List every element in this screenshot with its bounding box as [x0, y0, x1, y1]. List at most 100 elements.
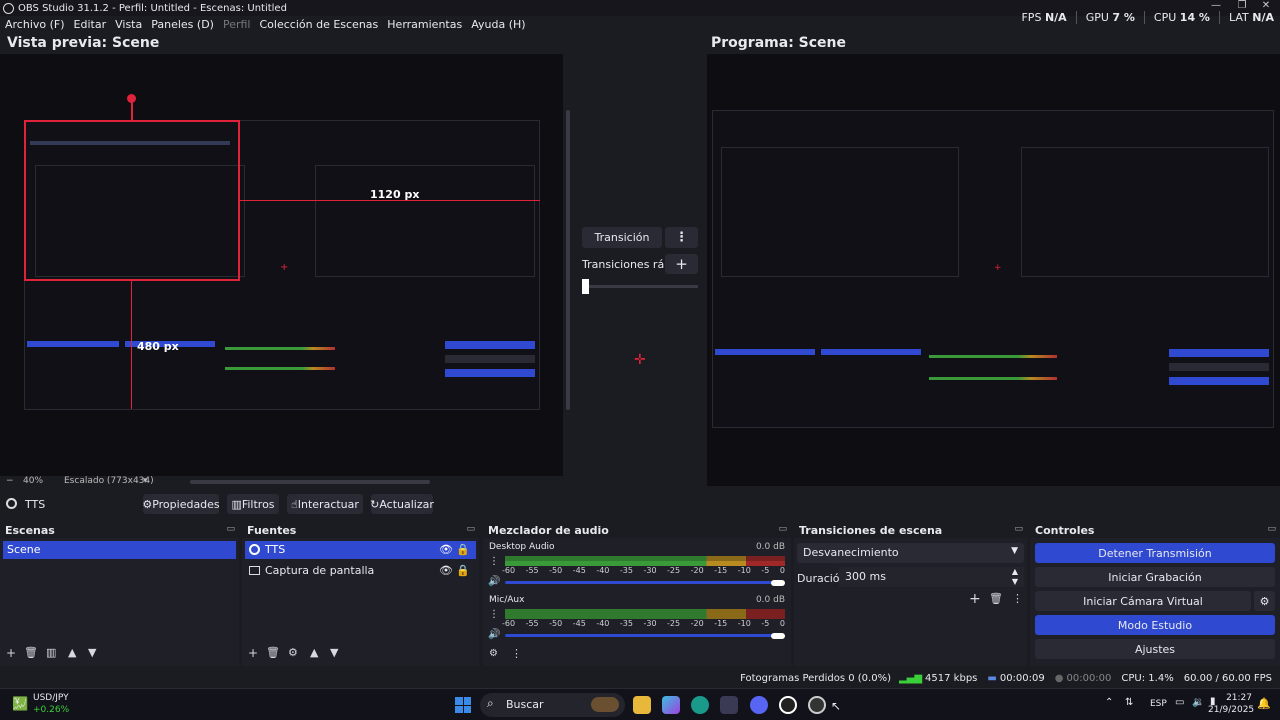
- scene-filters-icon[interactable]: ▥: [46, 646, 56, 659]
- source-properties-icon[interactable]: ⚙: [288, 646, 298, 659]
- virtual-camera-settings-gear-icon[interactable]: ⚙: [1254, 591, 1275, 611]
- move-scene-down-icon[interactable]: ▼: [88, 646, 96, 659]
- dock-float-icon[interactable]: ▭: [778, 524, 787, 534]
- discord-icon[interactable]: [750, 696, 768, 714]
- file-explorer-icon[interactable]: [633, 696, 651, 714]
- preview-scrollbar-horizontal[interactable]: [190, 480, 430, 484]
- rotation-handle[interactable]: [127, 94, 136, 103]
- zoom-out-button[interactable]: −: [6, 476, 14, 486]
- zoom-level[interactable]: 40%: [23, 476, 43, 486]
- clock-time[interactable]: 21:27: [1222, 693, 1252, 703]
- visibility-eye-icon[interactable]: 👁: [439, 564, 453, 577]
- filters-button[interactable]: ▥ Filtros: [227, 494, 279, 514]
- remove-scene-icon[interactable]: 🗑: [24, 646, 38, 659]
- duration-spinbox[interactable]: 300 ms ▲ ▼: [839, 567, 1024, 587]
- distance-guide-vertical: [131, 281, 132, 409]
- volume-icon[interactable]: 🔉: [1192, 697, 1204, 708]
- channel-menu-icon[interactable]: ⋮: [489, 609, 499, 620]
- t-bar-handle[interactable]: [582, 279, 589, 294]
- scenes-dock: Escenas ▭ Scene + 🗑 ▥ ▲ ▼: [0, 522, 239, 666]
- remove-source-icon[interactable]: 🗑: [266, 646, 280, 659]
- transitions-dock: Transiciones de escena ▭ Desvanecimiento …: [794, 522, 1027, 666]
- menu-view[interactable]: Vista: [115, 18, 142, 31]
- menu-tools[interactable]: Herramientas: [387, 18, 462, 31]
- menu-scene-collection[interactable]: Colección de Escenas: [260, 18, 379, 31]
- dock-float-icon[interactable]: ▭: [1267, 524, 1276, 534]
- remove-transition-icon[interactable]: 🗑: [989, 592, 1003, 605]
- notification-bell-icon[interactable]: 🔔: [1257, 697, 1271, 710]
- preview-canvas[interactable]: 1120 px 480 px +: [0, 54, 563, 476]
- scaling-dropdown-icon[interactable]: ▾: [143, 476, 148, 486]
- stop-stream-button[interactable]: Detener Transmisión: [1035, 543, 1275, 563]
- store-icon[interactable]: [720, 696, 738, 714]
- lock-icon[interactable]: 🔒: [456, 564, 470, 577]
- refresh-button[interactable]: ↻ Actualizar: [370, 494, 434, 514]
- menu-edit[interactable]: Editar: [74, 18, 107, 31]
- transition-button[interactable]: Transición: [582, 227, 662, 248]
- channel-menu-icon[interactable]: ⋮: [489, 556, 499, 567]
- menu-docks[interactable]: Paneles (D): [151, 18, 214, 31]
- tray-chevron-up-icon[interactable]: ⌃: [1105, 697, 1113, 708]
- transition-select[interactable]: Desvanecimiento ▼: [797, 543, 1024, 563]
- spin-down-icon[interactable]: ▼: [1012, 577, 1018, 586]
- menu-help[interactable]: Ayuda (H): [471, 18, 525, 31]
- move-scene-up-icon[interactable]: ▲: [68, 646, 76, 659]
- obs-taskbar-icon[interactable]: [779, 696, 797, 714]
- properties-button[interactable]: ⚙ Propiedades: [142, 494, 220, 514]
- speaker-icon[interactable]: 🔊: [488, 576, 500, 587]
- settings-button[interactable]: Ajustes: [1035, 639, 1275, 659]
- network-icon[interactable]: ▭: [1175, 697, 1184, 708]
- refresh-icon: ↻: [370, 497, 380, 511]
- volume-slider-knob[interactable]: [771, 580, 785, 586]
- studio-mode-button[interactable]: Modo Estudio: [1035, 615, 1275, 635]
- interact-button[interactable]: ☝ Interactuar: [287, 494, 363, 514]
- volume-slider[interactable]: [505, 581, 779, 584]
- scene-item[interactable]: Scene: [3, 541, 236, 559]
- volume-slider-knob[interactable]: [771, 633, 785, 639]
- transition-menu-icon[interactable]: ⋮: [665, 227, 698, 248]
- start-recording-button[interactable]: Iniciar Grabación: [1035, 567, 1275, 587]
- add-source-icon[interactable]: +: [248, 646, 258, 660]
- taskbar-search[interactable]: ⌕ Buscar: [480, 693, 625, 717]
- signal-bars-icon: ▂▄▆: [898, 672, 923, 684]
- preview-scrollbar-vertical[interactable]: [566, 110, 570, 410]
- maximize-button[interactable]: ❐: [1230, 0, 1254, 11]
- add-quick-transition-icon[interactable]: +: [665, 254, 698, 274]
- copilot-icon[interactable]: [662, 696, 680, 714]
- dock-float-icon[interactable]: ▭: [226, 524, 235, 534]
- volume-slider[interactable]: [505, 634, 779, 637]
- bitrate: 4517 kbps: [925, 672, 978, 684]
- move-source-up-icon[interactable]: ▲: [310, 646, 318, 659]
- lock-icon[interactable]: 🔒: [456, 543, 470, 556]
- mixer-menu-icon[interactable]: ⋮: [511, 647, 522, 660]
- spin-up-icon[interactable]: ▲: [1012, 567, 1018, 576]
- ticker-change: +0.26%: [33, 705, 70, 715]
- speaker-icon[interactable]: 🔊: [488, 629, 500, 640]
- t-bar-track[interactable]: [582, 285, 698, 288]
- transition-properties-icon[interactable]: ⋮: [1012, 592, 1023, 605]
- dock-float-icon[interactable]: ▭: [466, 524, 475, 534]
- menu-profile[interactable]: Perfil: [223, 18, 251, 31]
- source-item-screen-capture[interactable]: Captura de pantalla 👁 🔒: [245, 562, 476, 580]
- menu-file[interactable]: Archivo (F): [5, 18, 65, 31]
- add-transition-icon[interactable]: +: [969, 591, 981, 607]
- taskbar: 💹 USD/JPY +0.26% ⌕ Buscar ↖ ⌃ ⇅ ESP ▭ 🔉 …: [0, 688, 1280, 720]
- advanced-audio-icon[interactable]: ⚙: [489, 648, 498, 659]
- obs-taskbar-icon-2[interactable]: [808, 696, 826, 714]
- start-windows-icon[interactable]: [455, 697, 471, 713]
- minimize-button[interactable]: —: [1204, 0, 1228, 11]
- add-scene-icon[interactable]: +: [6, 646, 16, 660]
- edge-icon[interactable]: [691, 696, 709, 714]
- sources-dock: Fuentes ▭ TTS 👁 🔒 Captura de pantalla 👁 🔒…: [242, 522, 479, 666]
- move-source-down-icon[interactable]: ▼: [330, 646, 338, 659]
- language-indicator[interactable]: ESP: [1150, 699, 1167, 709]
- clock-date[interactable]: 21/9/2025: [1208, 705, 1254, 715]
- visibility-eye-icon[interactable]: 👁: [439, 543, 453, 556]
- selection-box[interactable]: [24, 120, 240, 281]
- source-item-tts[interactable]: TTS 👁 🔒: [245, 541, 476, 559]
- ticker-symbol[interactable]: USD/JPY: [33, 693, 69, 703]
- start-virtual-camera-button[interactable]: Iniciar Cámara Virtual: [1035, 591, 1251, 611]
- dock-float-icon[interactable]: ▭: [1014, 524, 1023, 534]
- close-button[interactable]: ✕: [1254, 0, 1278, 11]
- tray-app-icon[interactable]: ⇅: [1125, 697, 1133, 708]
